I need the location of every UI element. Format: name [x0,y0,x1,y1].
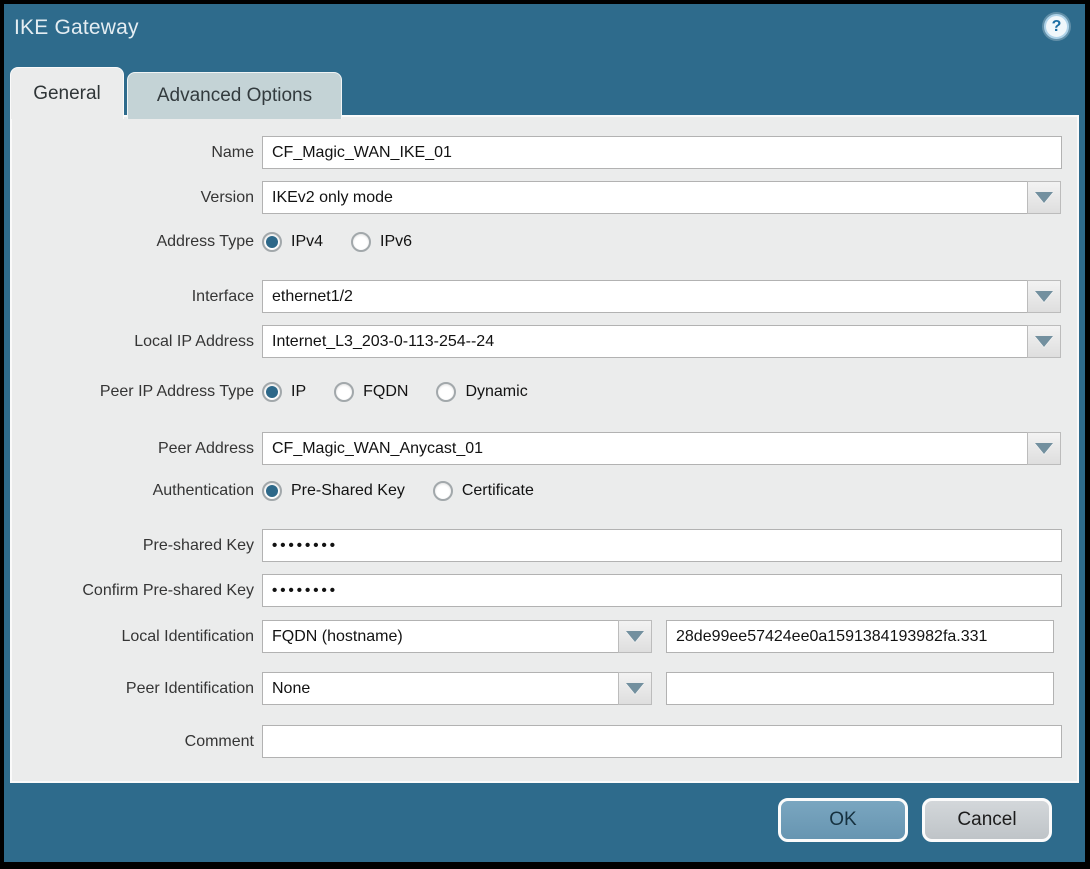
peer-identification-dropdown-button[interactable] [618,672,652,705]
radio-dynamic[interactable]: Dynamic [436,382,528,402]
chevron-down-icon [626,683,644,694]
radio-ipv6[interactable]: IPv6 [351,232,412,252]
ike-gateway-dialog: IKE Gateway ? General Advanced Options N… [0,0,1090,869]
radio-unselected-icon [432,481,453,501]
local-ip-label: Local IP Address [134,332,254,350]
radio-ip-label: IP [291,383,307,400]
local-identification-label: Local Identification [121,627,254,645]
peer-address-value: CF_Magic_WAN_Anycast_01 [262,432,1028,465]
peer-identification-type-value: None [262,672,619,705]
confirm-pre-shared-key-label: Confirm Pre-shared Key [82,581,254,599]
radio-fqdn-label: FQDN [363,383,409,400]
peer-identification-type-select[interactable]: None [262,672,652,705]
version-dropdown-button[interactable] [1027,181,1061,214]
local-identification-type-value: FQDN (hostname) [262,620,619,653]
peer-ip-type-radio-group: IP FQDN Dynamic [262,382,528,402]
peer-address-label: Peer Address [157,439,254,457]
radio-selected-icon [262,382,282,402]
radio-ipv4[interactable]: IPv4 [262,232,323,252]
help-icon[interactable]: ? [1044,14,1069,39]
peer-identification-row: Peer Identification None [12,672,1077,705]
authentication-label: Authentication [152,482,254,499]
cancel-button[interactable]: Cancel [922,798,1052,842]
address-type-row: Address Type IPv4 IPv6 [12,229,1077,255]
comment-label: Comment [184,732,254,750]
local-ip-dropdown-button[interactable] [1027,325,1061,358]
radio-certificate-label: Certificate [461,482,534,499]
peer-address-dropdown-button[interactable] [1027,432,1061,465]
authentication-radio-group: Pre-Shared Key Certificate [262,481,534,501]
chevron-down-icon [1035,443,1053,454]
radio-unselected-icon [334,382,355,402]
local-identification-type-select[interactable]: FQDN (hostname) [262,620,652,653]
name-row: Name [12,136,1077,169]
peer-ip-type-row: Peer IP Address Type IP FQDN Dynamic [12,379,1077,405]
local-identification-value-input[interactable] [666,620,1054,653]
radio-ip[interactable]: IP [262,382,306,402]
local-ip-value: Internet_L3_203-0-113-254--24 [262,325,1028,358]
pre-shared-key-input[interactable] [262,529,1062,562]
version-label: Version [200,188,254,206]
interface-select[interactable]: ethernet1/2 [262,280,1061,313]
comment-input[interactable] [262,725,1062,758]
interface-value: ethernet1/2 [262,280,1028,313]
name-label: Name [211,143,254,161]
local-identification-row: Local Identification FQDN (hostname) [12,620,1077,653]
tab-general-label: General [33,82,101,104]
address-type-radio-group: IPv4 IPv6 [262,232,412,252]
peer-address-select[interactable]: CF_Magic_WAN_Anycast_01 [262,432,1061,465]
interface-label: Interface [191,287,254,305]
tab-bar: General Advanced Options [10,64,342,119]
radio-psk-label: Pre-Shared Key [291,482,405,499]
chevron-down-icon [1035,192,1053,203]
tab-advanced-options[interactable]: Advanced Options [127,72,342,119]
comment-row: Comment [12,725,1077,758]
address-type-label: Address Type [156,233,254,250]
radio-fqdn[interactable]: FQDN [334,382,408,402]
radio-ipv6-label: IPv6 [380,233,413,250]
chevron-down-icon [626,631,644,642]
pre-shared-key-label: Pre-shared Key [142,536,254,554]
chevron-down-icon [1035,336,1053,347]
interface-row: Interface ethernet1/2 [12,280,1077,313]
tab-advanced-options-label: Advanced Options [156,85,313,106]
version-select[interactable]: IKEv2 only mode [262,181,1061,214]
question-mark-glyph: ? [1051,17,1062,35]
confirm-pre-shared-key-row: Confirm Pre-shared Key [12,574,1077,607]
peer-identification-value-input[interactable] [666,672,1054,705]
version-value: IKEv2 only mode [262,181,1028,214]
ok-button[interactable]: OK [778,798,908,842]
radio-dynamic-label: Dynamic [465,383,528,400]
radio-ipv4-label: IPv4 [291,233,324,250]
dialog-title: IKE Gateway [14,16,139,39]
radio-unselected-icon [436,382,457,402]
local-ip-row: Local IP Address Internet_L3_203-0-113-2… [12,325,1077,358]
peer-ip-type-label: Peer IP Address Type [99,383,254,400]
radio-pre-shared-key[interactable]: Pre-Shared Key [262,481,405,501]
general-tab-panel: Name Version IKEv2 only mode Address Typ… [10,115,1079,783]
local-identification-dropdown-button[interactable] [618,620,652,653]
version-row: Version IKEv2 only mode [12,181,1077,214]
radio-selected-icon [262,481,282,501]
peer-identification-label: Peer Identification [125,679,254,697]
radio-certificate[interactable]: Certificate [432,481,534,501]
local-ip-select[interactable]: Internet_L3_203-0-113-254--24 [262,325,1061,358]
pre-shared-key-row: Pre-shared Key [12,529,1077,562]
interface-dropdown-button[interactable] [1027,280,1061,313]
authentication-row: Authentication Pre-Shared Key Certificat… [12,478,1077,504]
tab-general[interactable]: General [10,67,124,119]
name-input[interactable] [262,136,1062,169]
radio-selected-icon [262,232,282,252]
chevron-down-icon [1035,291,1053,302]
peer-address-row: Peer Address CF_Magic_WAN_Anycast_01 [12,432,1077,465]
radio-unselected-icon [351,232,372,252]
confirm-pre-shared-key-input[interactable] [262,574,1062,607]
